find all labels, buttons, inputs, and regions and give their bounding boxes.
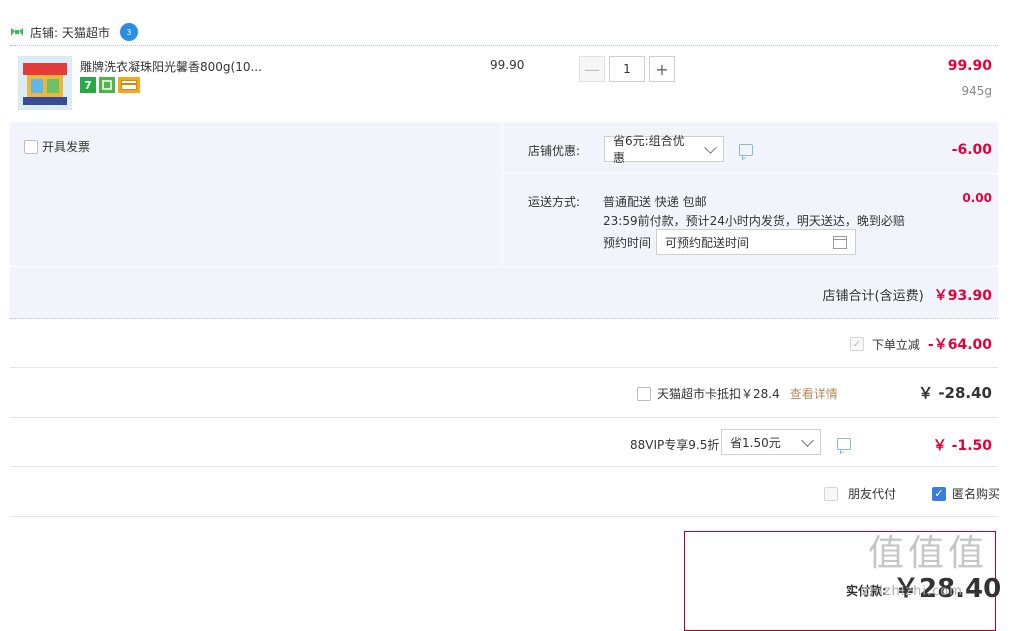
divider [10,417,998,418]
shop-icon [11,28,23,36]
quantity-stepper: — 1 + [579,56,675,82]
divider [10,516,998,517]
divider [10,367,998,368]
reserve-time-placeholder: 可预约配送时间 [665,235,750,250]
shop-total-label: 店铺合计(含运费) [822,289,924,304]
chevron-down-icon [801,433,814,447]
shop-level-badge-icon: 3 [119,23,138,41]
shop-header: 店铺: 天猫超市 3 [10,22,138,42]
tmall-card-checkbox[interactable] [637,386,651,401]
chevron-down-icon [704,140,717,154]
reserve-time-label: 预约时间 [603,236,652,250]
divider [10,318,998,319]
line-total-price: 99.90 [947,58,992,74]
calendar-icon [833,235,847,249]
divider [10,466,998,467]
guarantee-icon [99,77,115,93]
anonymous-label: 匿名购买 [952,487,1001,501]
instant-discount-row: ✓ 下单立减 -￥64.00 [849,334,992,354]
watermark-url: zhizhizhi.com [862,584,963,599]
divider [10,266,998,267]
tmall-card-details-link[interactable]: 查看详情 [790,385,838,402]
product-title[interactable]: 雕牌洗衣凝珠阳光馨香800g(10... [80,58,262,75]
quantity-input[interactable]: 1 [609,56,645,82]
increase-qty-button[interactable]: + [649,56,675,82]
friend-pay-checkbox [824,486,838,501]
decrease-qty-button[interactable]: — [579,56,605,82]
shop-total-amount: ￥93.90 [933,288,992,304]
instant-discount-amount: -￥64.00 [927,337,992,353]
shop-discount-label: 店铺优惠: [528,144,581,158]
shop-discount-select[interactable]: 省6元:组合优惠 [604,134,724,165]
product-thumbnail[interactable] [18,56,72,110]
vip-discount-amount: ￥ -1.50 [932,438,992,454]
invoice-option[interactable]: 开具发票 [24,138,90,155]
product-tags: 7 [80,77,140,93]
reserve-time-input[interactable]: 可预约配送时间 [656,229,856,255]
seven-day-return-icon: 7 [80,77,96,93]
tmall-card-row: 天猫超市卡抵扣￥28.4 查看详情 [637,385,838,402]
watermark-logo: 值值值 [868,533,989,574]
instant-discount-checkbox: ✓ [849,337,864,351]
chat-icon[interactable] [837,438,851,450]
divider [503,173,998,174]
shop-discount-amount: -6.00 [951,142,992,158]
anonymous-checkbox[interactable]: ✓ [932,486,946,501]
shipping-label: 运送方式: [528,195,581,209]
vip-label: 88VIP专享9.5折 [630,438,720,452]
invoice-checkbox[interactable] [24,139,38,154]
friend-pay-option: 朋友代付 [824,485,896,502]
invoice-label: 开具发票 [42,140,91,154]
divider [502,122,503,266]
shop-total: 店铺合计(含运费) ￥93.90 [823,285,992,305]
tmall-card-amount: ￥ -28.40 [918,384,992,402]
shipping-amount: 0.00 [962,191,992,205]
chat-icon[interactable] [739,144,753,156]
vip-discount-select[interactable]: 省1.50元 [721,429,821,455]
shop-discount-value: 省6元:组合优惠 [613,134,685,165]
divider [10,45,998,46]
vip-discount-value: 省1.50元 [730,435,781,450]
friend-pay-label: 朋友代付 [848,487,897,501]
card-payment-icon [118,77,140,93]
shipping-eta: 23:59前付款，预计24小时内发货，明天送达，晚到必赔 [603,214,905,228]
shop-name[interactable]: 店铺: 天猫超市 [30,24,110,41]
unit-price: 99.90 [490,58,525,72]
product-weight: 945g [961,84,992,98]
instant-discount-label: 下单立减 [871,337,920,352]
tmall-card-label: 天猫超市卡抵扣￥28.4 [657,387,780,401]
anonymous-option[interactable]: ✓ 匿名购买 [932,485,1000,502]
shipping-method: 普通配送 快递 包邮 [603,195,707,209]
